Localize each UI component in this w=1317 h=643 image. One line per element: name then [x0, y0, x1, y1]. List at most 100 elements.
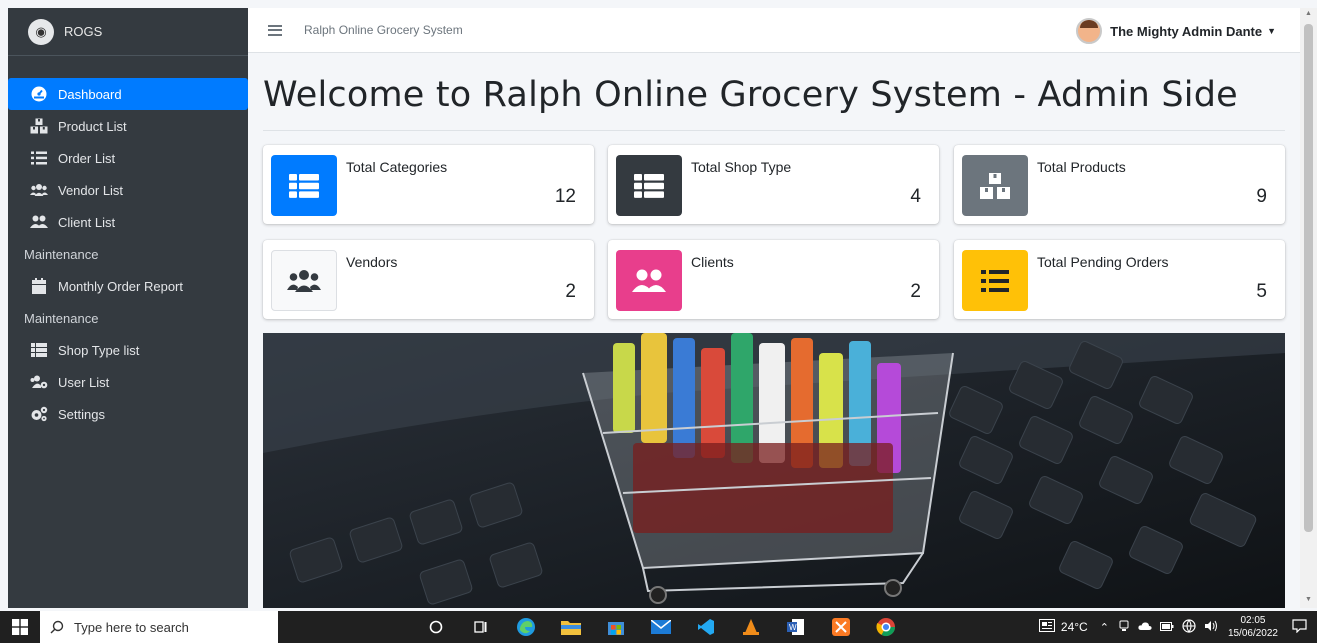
taskbar-search-input[interactable]: Type here to search: [40, 611, 278, 643]
banner-image: [263, 333, 1285, 608]
avatar: [1076, 18, 1103, 44]
hamburger-menu-icon[interactable]: [268, 24, 282, 36]
stat-label: Total Categories: [346, 159, 448, 175]
vscode-icon[interactable]: [695, 616, 717, 638]
user-friends-icon: [616, 250, 682, 311]
sidebar-item-label: Settings: [58, 406, 105, 422]
scroll-up-icon[interactable]: ▲: [1305, 10, 1312, 17]
sidebar-item-monthly-order-report[interactable]: Monthly Order Report: [8, 270, 248, 302]
clock[interactable]: 02:05 15/06/2022: [1228, 614, 1278, 640]
brand-logo-icon: ◉: [28, 18, 54, 45]
stat-box-total-categories[interactable]: Total Categories 12: [263, 145, 594, 224]
sidebar-item-label: Vendor List: [58, 182, 124, 198]
sidebar-item-label: Dashboard: [58, 86, 122, 102]
stat-label: Total Pending Orders: [1037, 254, 1169, 270]
sidebar-item-label: Client List: [58, 214, 116, 230]
cortana-icon[interactable]: [425, 616, 447, 638]
stat-value: 9: [1256, 186, 1267, 207]
mail-icon[interactable]: [650, 616, 672, 638]
users-cog-icon: [30, 374, 48, 390]
sidebar-item-order-list[interactable]: Order List: [8, 142, 248, 174]
vlc-icon[interactable]: [740, 616, 762, 638]
sidebar-item-label: Monthly Order Report: [58, 278, 183, 294]
search-placeholder: Type here to search: [74, 619, 189, 635]
sidebar-item-settings[interactable]: Settings: [8, 398, 248, 430]
sidebar-item-label: User List: [58, 374, 110, 390]
task-view-icon[interactable]: [470, 616, 492, 638]
sidebar-header-maintenance-2: Maintenance: [24, 310, 99, 326]
sidebar-item-vendor-list[interactable]: Vendor List: [8, 174, 248, 206]
user-friends-icon: [30, 214, 48, 230]
sidebar-item-product-list[interactable]: Product List: [8, 110, 248, 142]
page-title: Welcome to Ralph Online Grocery System -…: [263, 75, 1238, 115]
file-explorer-icon[interactable]: [560, 616, 582, 638]
page-scrollbar[interactable]: ▲ ▼: [1300, 8, 1317, 608]
stat-box-total-products[interactable]: Total Products 9: [954, 145, 1285, 224]
stat-label: Total Shop Type: [691, 159, 792, 175]
network-icon[interactable]: [1182, 618, 1196, 636]
chrome-icon[interactable]: [875, 616, 897, 638]
windows-taskbar: Type here to search W 24°C ⌃ 02:05 15/06…: [0, 611, 1317, 643]
stat-value: 4: [910, 186, 921, 207]
notification-center-icon[interactable]: [1292, 618, 1307, 636]
users-icon: [30, 182, 48, 198]
chevron-up-icon[interactable]: ⌃: [1100, 621, 1109, 634]
calendar-icon: [30, 278, 48, 294]
brand-text: ROGS: [64, 24, 103, 39]
search-icon: [50, 620, 64, 634]
stat-box-total-shop-type[interactable]: Total Shop Type 4: [608, 145, 939, 224]
stat-box-clients[interactable]: Clients 2: [608, 240, 939, 319]
users-icon: [271, 250, 337, 311]
news-widget-icon[interactable]: [1038, 619, 1055, 635]
main-content: Welcome to Ralph Online Grocery System -…: [248, 53, 1300, 608]
stat-value: 5: [1256, 281, 1267, 302]
microsoft-store-icon[interactable]: [605, 616, 627, 638]
th-list-icon: [271, 155, 337, 216]
edge-browser-icon[interactable]: [515, 616, 537, 638]
th-list-icon: [616, 155, 682, 216]
sidebar-item-label: Shop Type list: [58, 342, 140, 358]
boxes-icon: [30, 118, 48, 134]
stat-box-total-pending-orders[interactable]: Total Pending Orders 5: [954, 240, 1285, 319]
stat-label: Vendors: [346, 254, 398, 270]
stat-value: 2: [910, 281, 921, 302]
th-list-icon: [30, 342, 48, 358]
sidebar-item-dashboard[interactable]: Dashboard: [8, 78, 248, 110]
stat-value: 12: [554, 186, 576, 207]
user-name: The Mighty Admin Dante: [1110, 23, 1263, 39]
word-icon[interactable]: W: [785, 616, 807, 638]
dashboard-icon: [30, 86, 48, 102]
sidebar-header-maintenance: Maintenance: [24, 246, 99, 262]
volume-icon[interactable]: [1204, 620, 1218, 635]
sidebar-item-client-list[interactable]: Client List: [8, 206, 248, 238]
stat-value: 2: [565, 281, 576, 302]
stat-box-vendors[interactable]: Vendors 2: [263, 240, 594, 319]
xampp-icon[interactable]: [830, 616, 852, 638]
title-divider: [263, 130, 1285, 131]
scroll-thumb[interactable]: [1304, 24, 1313, 532]
stat-label: Total Products: [1037, 159, 1126, 175]
top-navbar: Ralph Online Grocery System The Mighty A…: [248, 8, 1300, 53]
system-tray: 24°C ⌃ 02:05 15/06/2022: [1038, 611, 1317, 643]
sidebar-item-shop-type-list[interactable]: Shop Type list: [8, 334, 248, 366]
app-title: Ralph Online Grocery System: [304, 23, 463, 37]
scroll-down-icon[interactable]: ▼: [1305, 596, 1312, 603]
sidebar-item-label: Order List: [58, 150, 116, 166]
clock-date: 15/06/2022: [1227, 628, 1278, 639]
meet-now-icon[interactable]: [1118, 620, 1130, 635]
caret-down-icon: ▼: [1267, 26, 1276, 36]
windows-logo-icon: [12, 619, 28, 635]
cloud-sync-icon[interactable]: [1138, 620, 1152, 634]
sidebar-item-user-list[interactable]: User List: [8, 366, 248, 398]
boxes-icon: [962, 155, 1028, 216]
brand-link[interactable]: ◉ ROGS: [8, 8, 248, 56]
sidebar: ◉ ROGS Dashboard Product List Order List…: [8, 8, 248, 608]
list-icon: [30, 150, 48, 166]
battery-icon[interactable]: [1159, 620, 1174, 634]
sidebar-item-label: Product List: [58, 118, 127, 134]
weather-text[interactable]: 24°C: [1061, 620, 1088, 634]
clock-time: 02:05: [1240, 615, 1266, 626]
user-menu-dropdown[interactable]: The Mighty Admin Dante ▼: [1076, 18, 1276, 44]
windows-start-button[interactable]: [0, 611, 40, 643]
cogs-icon: [30, 406, 48, 422]
